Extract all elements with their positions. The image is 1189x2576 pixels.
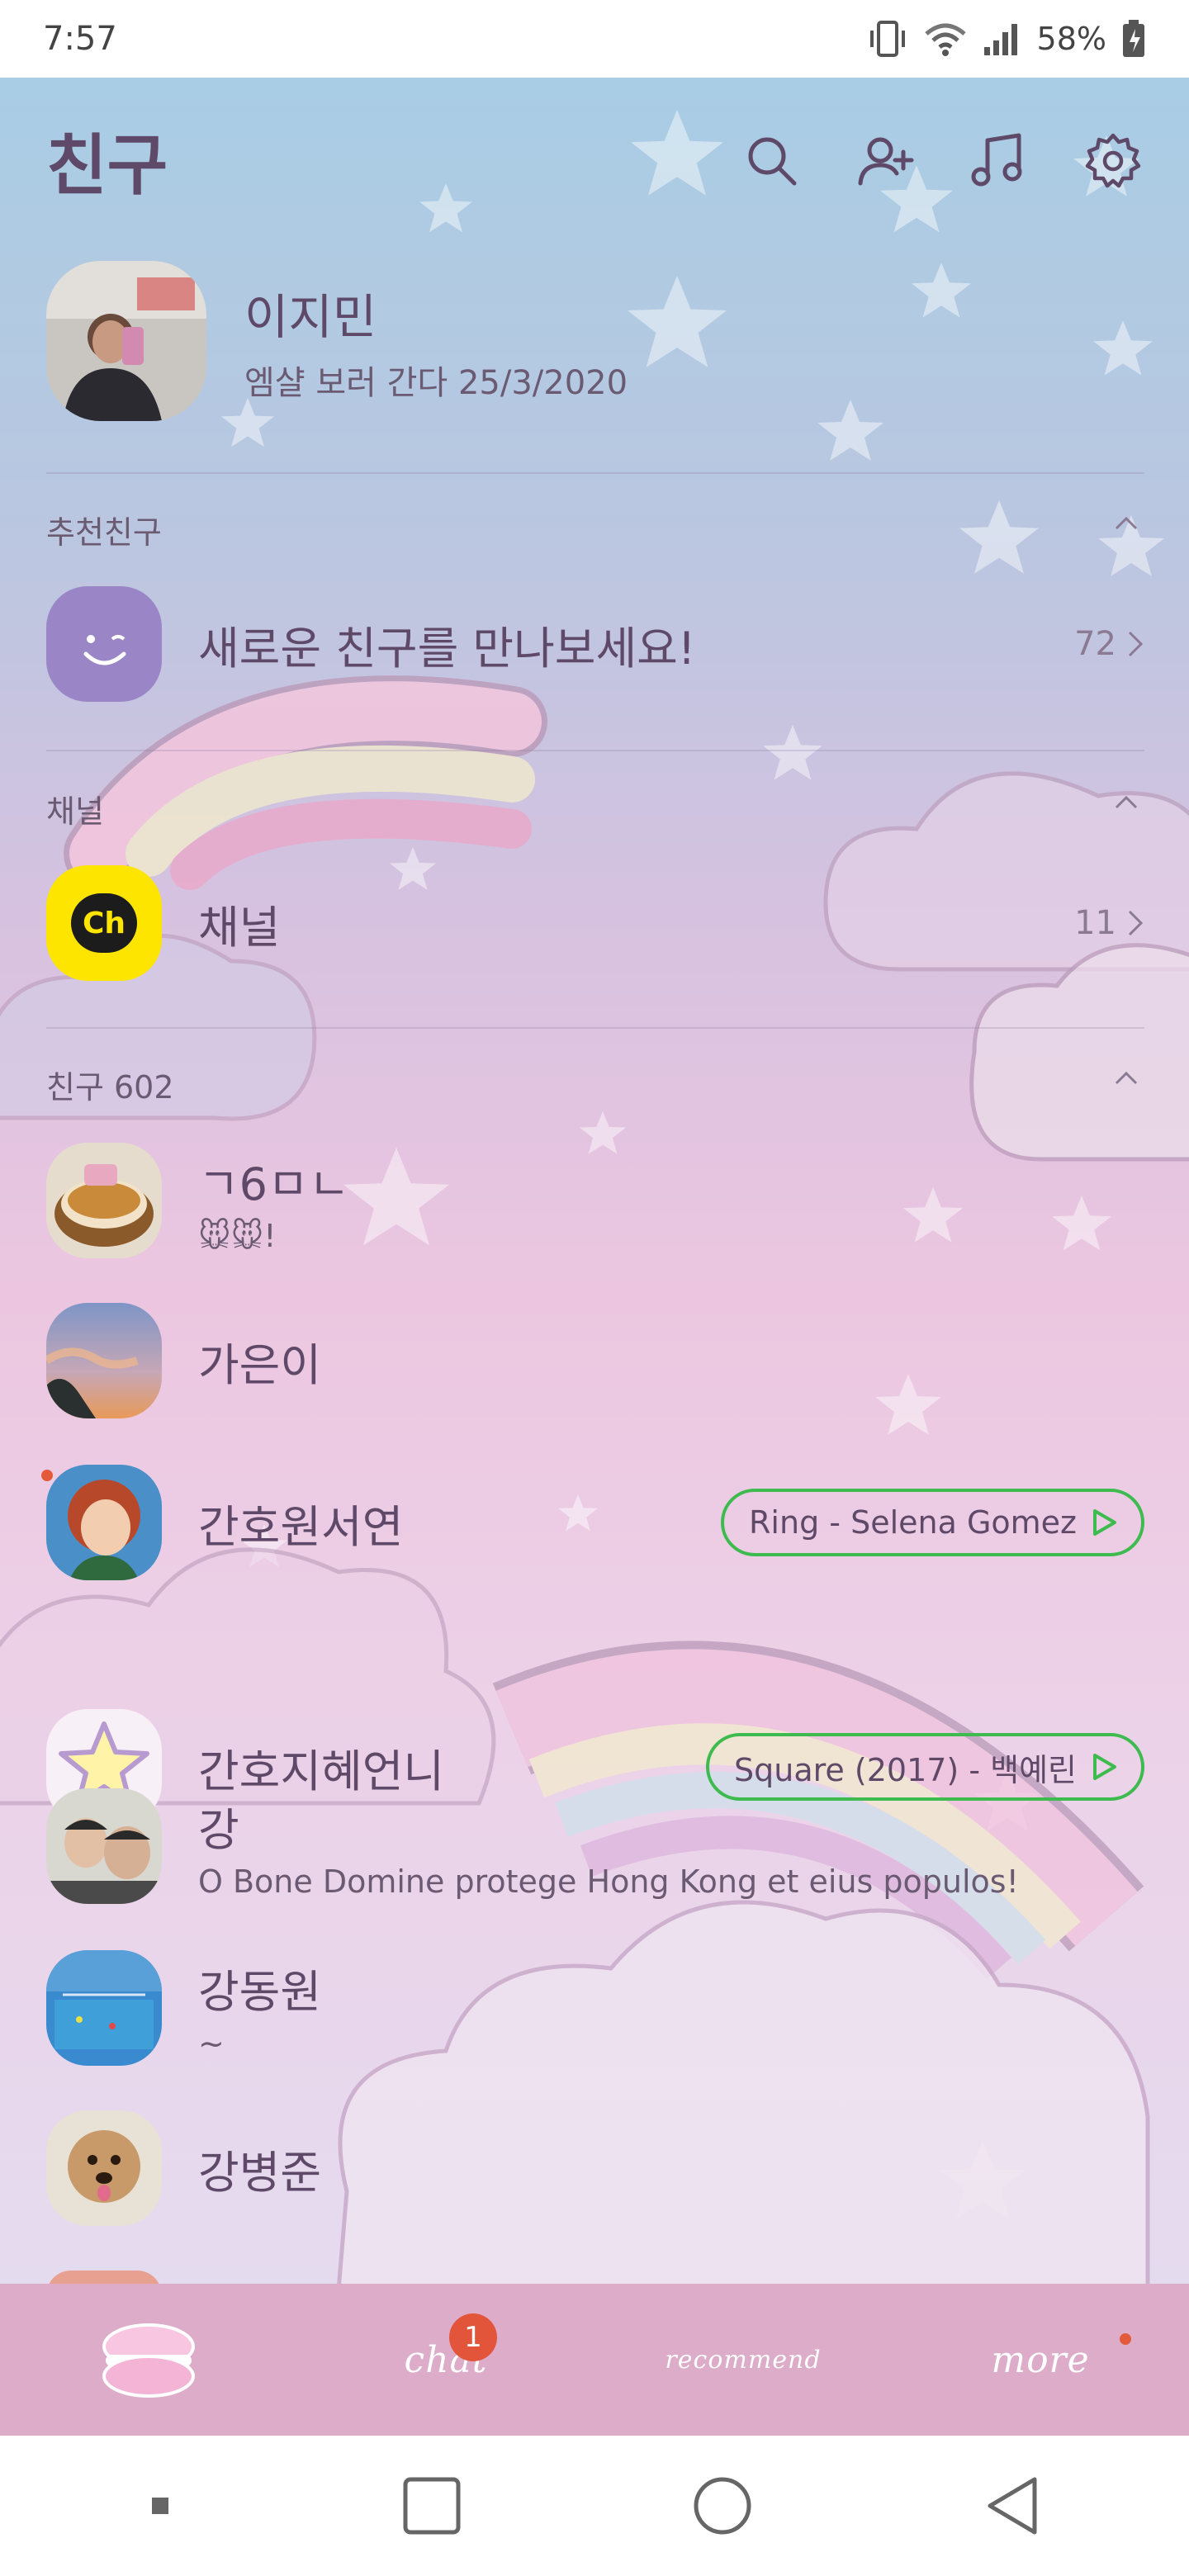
friend-row[interactable]: 강병준	[46, 2110, 1144, 2226]
add-friend-icon[interactable]	[855, 130, 915, 190]
tab-more-label: more	[991, 2338, 1090, 2381]
friend-avatar	[46, 1788, 162, 1904]
friend-name: 강	[198, 1803, 239, 1856]
my-avatar	[46, 261, 206, 421]
my-name: 이지민	[244, 289, 377, 345]
friend-name: ㄱ6ㅁㄴ	[198, 1158, 350, 1210]
friend-status: 🐭🐭!	[198, 1217, 277, 1254]
chevron-up-icon[interactable]	[1110, 507, 1143, 540]
tab-recommend-label: recommend	[665, 2345, 822, 2375]
channel-count-value: 11	[1074, 904, 1116, 942]
unread-badge: 1	[449, 2313, 497, 2361]
recommend-label: 새로운 친구를 만나보세요!	[198, 622, 696, 675]
channel-logo-icon: Ch	[46, 865, 162, 981]
friend-avatar	[46, 1303, 162, 1418]
vibrate-icon	[869, 21, 905, 57]
friend-name: 가은이	[198, 1338, 322, 1391]
chevron-right-icon	[1128, 631, 1144, 657]
chevron-right-icon	[1128, 910, 1144, 936]
settings-icon[interactable]	[1083, 130, 1143, 190]
friends-screen: 친구 이지민 엠샬 보러 간다 25/3/2020 추천친구 새로운 친구를 만…	[0, 78, 1189, 2284]
search-icon[interactable]	[741, 130, 801, 190]
channel-row[interactable]: Ch 채널 11	[46, 865, 1144, 981]
section-label-channel: 채널	[46, 793, 104, 830]
back-icon[interactable]	[983, 2474, 1041, 2537]
divider	[46, 1027, 1144, 1029]
smiley-icon	[46, 586, 162, 702]
channel-count: 11	[1074, 904, 1144, 942]
friend-avatar	[46, 1143, 162, 1258]
friend-status: O Bone Domine protege Hong Kong et eius …	[198, 1863, 1019, 1900]
friend-row[interactable]: 가은이	[46, 1303, 1144, 1418]
friend-avatar	[46, 2110, 162, 2226]
recommend-count-value: 72	[1074, 625, 1116, 663]
my-status-message: 엠샬 보러 간다 25/3/2020	[244, 364, 628, 402]
app-header: 친구	[0, 78, 1189, 243]
profile-music-title: Square (2017) - 백예린	[734, 1751, 1077, 1788]
tab-chat[interactable]: chat 1	[297, 2284, 594, 2436]
divider	[46, 750, 1144, 751]
friend-row[interactable]: ㄱ6ㅁㄴ 🐭🐭!	[46, 1143, 1144, 1258]
my-profile[interactable]: 이지민 엠샬 보러 간다 25/3/2020	[46, 261, 1144, 421]
chevron-up-icon[interactable]	[1110, 1062, 1143, 1095]
system-nav-bar	[0, 2436, 1189, 2576]
friend-avatar	[46, 2271, 162, 2284]
divider	[46, 472, 1144, 474]
chevron-up-icon[interactable]	[1110, 786, 1143, 819]
recommend-friends-row[interactable]: 새로운 친구를 만나보세요! 72	[46, 586, 1144, 702]
tab-more[interactable]: more	[892, 2284, 1189, 2436]
battery-icon	[1123, 20, 1144, 57]
friend-row[interactable]: 간호원서연 Ring - Selena Gomez	[46, 1465, 1144, 1580]
status-time: 7:57	[43, 20, 117, 58]
home-icon[interactable]	[691, 2474, 754, 2537]
friend-avatar	[46, 1465, 162, 1580]
recent-apps-icon[interactable]	[402, 2476, 462, 2536]
friend-avatar	[46, 1950, 162, 2066]
wifi-icon	[924, 23, 966, 56]
tab-friends[interactable]	[0, 2284, 297, 2436]
channel-label: 채널	[198, 901, 281, 954]
notification-shade-icon[interactable]	[148, 2493, 173, 2518]
friend-name: 간호원서연	[198, 1500, 404, 1553]
page-title: 친구	[46, 127, 168, 204]
battery-percent: 58%	[1036, 21, 1106, 57]
friend-status: ~	[198, 2024, 225, 2062]
friend-name: 강병준	[198, 2146, 322, 2199]
play-icon	[1093, 1509, 1116, 1536]
friend-row[interactable]: 강동원 ~	[46, 1950, 1144, 2066]
notification-dot	[1120, 2333, 1131, 2345]
recommend-count: 72	[1074, 625, 1144, 663]
section-label-friends: 친구 602	[46, 1069, 174, 1106]
status-icons: 58%	[867, 19, 1146, 59]
section-label-recommended: 추천친구	[46, 514, 162, 551]
channel-logo-text: Ch	[71, 893, 137, 953]
bottom-tab-bar: chat 1 recommend more	[0, 2284, 1189, 2436]
music-icon[interactable]	[969, 130, 1029, 190]
profile-music-title: Ring - Selena Gomez	[749, 1504, 1077, 1541]
profile-music-button[interactable]: Ring - Selena Gomez	[721, 1489, 1144, 1556]
macaron-icon	[102, 2323, 195, 2398]
status-bar: 7:57 58%	[0, 0, 1189, 78]
friend-name: 강동원	[198, 1965, 322, 2018]
play-icon	[1093, 1754, 1116, 1780]
header-actions	[741, 130, 1143, 190]
tab-recommend[interactable]: recommend	[594, 2284, 892, 2436]
signal-icon	[983, 24, 1017, 55]
friend-row[interactable]: 강 O Bone Domine protege Hong Kong et eiu…	[46, 1788, 1144, 1904]
